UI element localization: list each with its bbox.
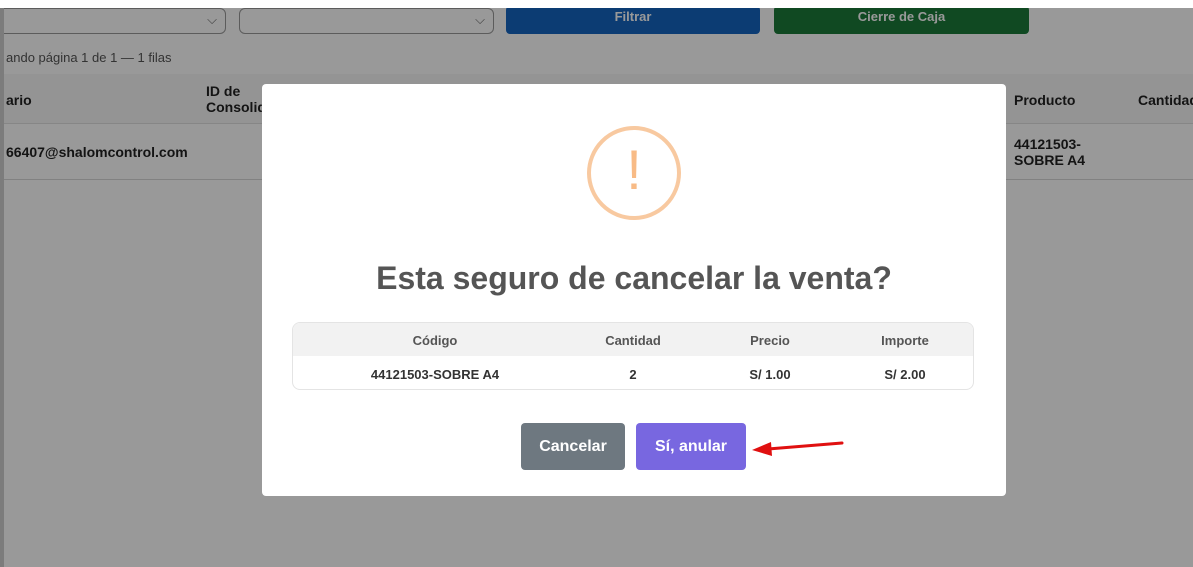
- annotation-arrow-icon: [752, 441, 844, 456]
